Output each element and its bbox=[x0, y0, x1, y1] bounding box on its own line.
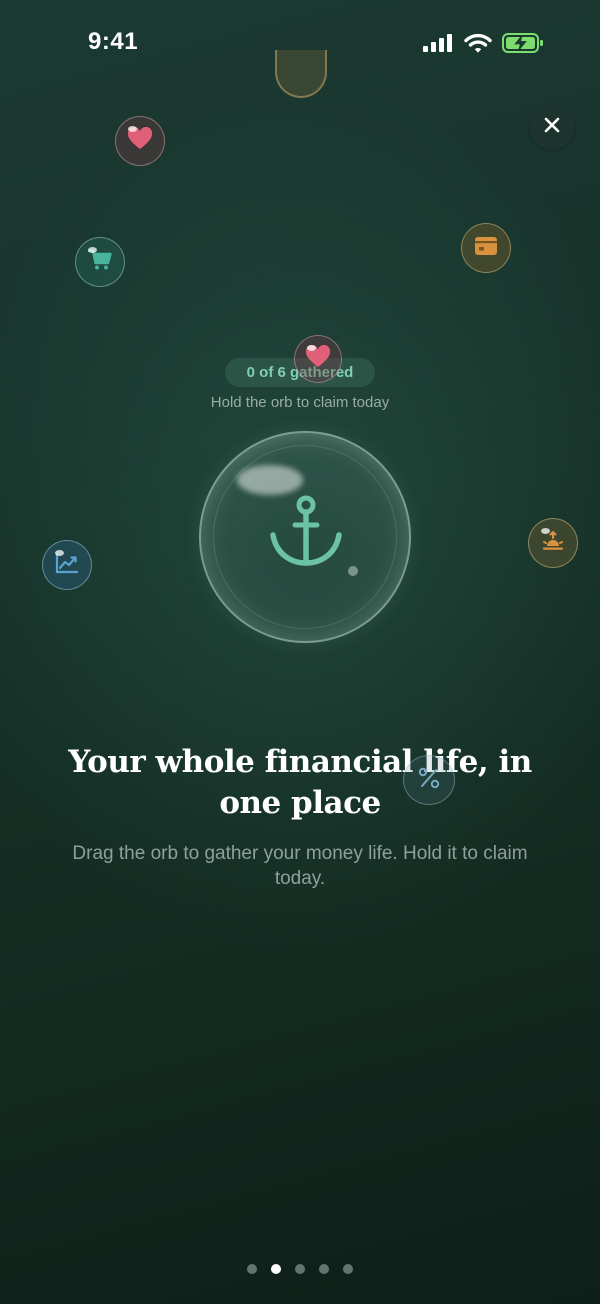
wifi-icon bbox=[464, 33, 492, 59]
page-dot-2-active[interactable] bbox=[271, 1264, 281, 1274]
anchor-icon bbox=[268, 495, 344, 576]
close-icon bbox=[543, 116, 561, 139]
claim-orb[interactable] bbox=[199, 431, 411, 643]
floating-item-investing[interactable] bbox=[42, 540, 92, 590]
floating-item-heart[interactable] bbox=[115, 116, 165, 166]
page-dot-1[interactable] bbox=[247, 1264, 257, 1274]
floating-item-offscreen[interactable] bbox=[275, 50, 327, 98]
headline: Your whole financial life, in one place bbox=[68, 744, 532, 821]
orb-dot bbox=[348, 566, 358, 576]
onboarding-screen: 9:41 0 of 6 gathered Hold the orb to cla… bbox=[0, 0, 600, 1304]
floating-item-sunrise[interactable] bbox=[528, 518, 578, 568]
cellular-signal-icon bbox=[422, 33, 454, 58]
battery-charging-icon bbox=[502, 32, 544, 59]
page-dot-3[interactable] bbox=[295, 1264, 305, 1274]
floating-item-percent[interactable] bbox=[403, 755, 455, 805]
orb-highlight bbox=[237, 465, 303, 495]
status-time: 9:41 bbox=[88, 28, 139, 55]
page-indicator bbox=[0, 1264, 600, 1274]
floating-item-heart-2[interactable] bbox=[294, 335, 342, 383]
percent-icon bbox=[416, 765, 442, 796]
subtext: Drag the orb to gather your money life. … bbox=[72, 843, 528, 889]
floating-item-shopping[interactable] bbox=[75, 237, 125, 287]
page-dot-4[interactable] bbox=[319, 1264, 329, 1274]
page-dot-5[interactable] bbox=[343, 1264, 353, 1274]
wallet-icon bbox=[474, 235, 498, 262]
status-icons bbox=[422, 32, 544, 59]
close-button[interactable] bbox=[529, 104, 575, 150]
floating-item-wallet[interactable] bbox=[461, 223, 511, 273]
hold-hint: Hold the orb to claim today bbox=[210, 394, 390, 411]
